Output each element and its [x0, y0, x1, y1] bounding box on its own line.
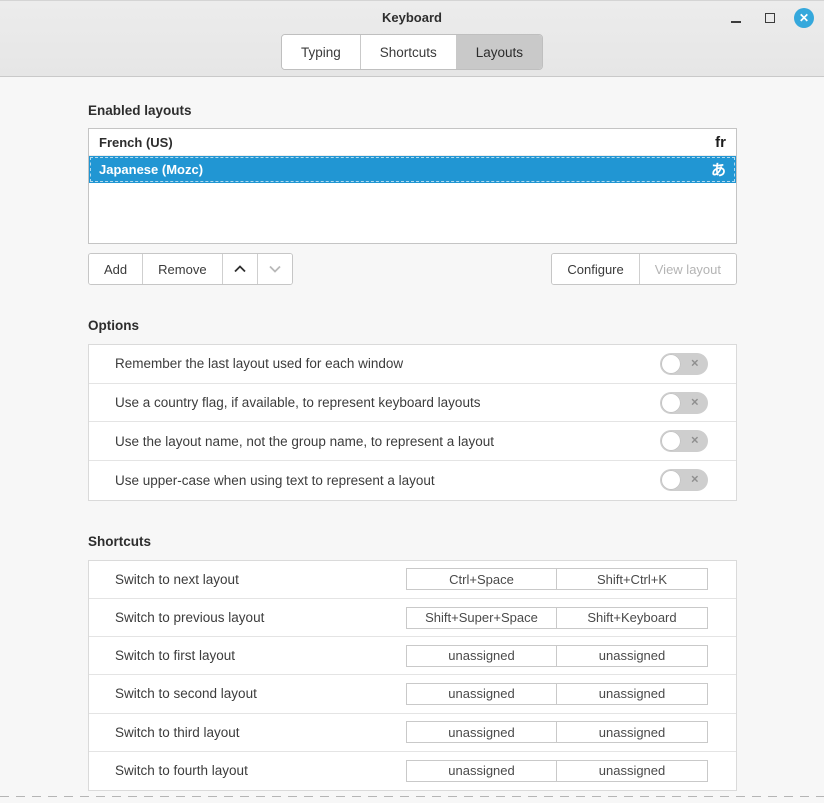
layout-row-french[interactable]: French (US) fr: [89, 129, 736, 156]
chevron-up-icon: [232, 261, 248, 277]
layout-indicator: あ: [711, 159, 726, 180]
toggle-knob: [661, 431, 681, 451]
shortcut-row-fourth-layout: Switch to fourth layout unassigned unass…: [89, 752, 736, 790]
chevron-down-icon: [267, 261, 283, 277]
toggle-off-icon: ✕: [691, 475, 699, 486]
window-header: Keyboard ✕ Typing Shortcuts Layouts: [0, 1, 824, 77]
keybinding-button[interactable]: unassigned: [406, 683, 557, 705]
keybinding-button[interactable]: Ctrl+Space: [406, 568, 557, 590]
minimize-icon: [731, 21, 741, 23]
keybinding-button[interactable]: unassigned: [406, 645, 557, 667]
move-layout-up-button[interactable]: [223, 254, 258, 284]
tab-layouts-label: Layouts: [476, 45, 523, 60]
keybinding-button[interactable]: unassigned: [557, 721, 708, 743]
enabled-layouts-list: French (US) fr Japanese (Mozc) あ: [88, 128, 737, 244]
keybinding-button[interactable]: Shift+Super+Space: [406, 607, 557, 629]
keybinding-button[interactable]: unassigned: [557, 760, 708, 782]
keybinding-button[interactable]: Shift+Keyboard: [557, 607, 708, 629]
remove-layout-button[interactable]: Remove: [143, 254, 222, 284]
remove-layout-label: Remove: [158, 262, 206, 277]
shortcut-row-next-layout: Switch to next layout Ctrl+Space Shift+C…: [89, 561, 736, 599]
shortcuts-card: Switch to next layout Ctrl+Space Shift+C…: [88, 560, 737, 791]
options-heading: Options: [88, 318, 737, 333]
layouts-page: Enabled layouts French (US) fr Japanese …: [0, 103, 824, 791]
keybinding-button[interactable]: unassigned: [406, 760, 557, 782]
option-label: Use a country flag, if available, to rep…: [115, 395, 660, 410]
country-flag-toggle[interactable]: ✕: [660, 392, 708, 414]
layout-edit-button-group: Add Remove: [88, 253, 293, 285]
option-row-remember-layout: Remember the last layout used for each w…: [89, 345, 736, 384]
upper-case-toggle[interactable]: ✕: [660, 469, 708, 491]
toggle-knob: [661, 470, 681, 490]
option-row-layout-name: Use the layout name, not the group name,…: [89, 422, 736, 461]
tab-layouts[interactable]: Layouts: [457, 35, 542, 69]
keybinding-button[interactable]: unassigned: [406, 721, 557, 743]
tab-shortcuts[interactable]: Shortcuts: [361, 35, 457, 69]
shortcut-label: Switch to third layout: [115, 725, 406, 740]
shortcut-label: Switch to fourth layout: [115, 763, 406, 778]
enabled-layouts-heading: Enabled layouts: [88, 103, 737, 118]
option-label: Use upper-case when using text to repres…: [115, 473, 660, 488]
configure-button[interactable]: Configure: [552, 254, 639, 284]
configure-label: Configure: [567, 262, 623, 277]
keybinding-pair: Ctrl+Space Shift+Ctrl+K: [406, 568, 708, 590]
keybinding-button[interactable]: unassigned: [557, 645, 708, 667]
keybinding-pair: unassigned unassigned: [406, 721, 708, 743]
add-layout-button[interactable]: Add: [89, 254, 143, 284]
tab-typing[interactable]: Typing: [282, 35, 361, 69]
window-title: Keyboard: [0, 10, 824, 25]
shortcut-label: Switch to previous layout: [115, 610, 406, 625]
options-card: Remember the last layout used for each w…: [88, 344, 737, 501]
add-layout-label: Add: [104, 262, 127, 277]
shortcut-row-first-layout: Switch to first layout unassigned unassi…: [89, 637, 736, 675]
layout-tools-button-group: Configure View layout: [551, 253, 737, 285]
shortcut-row-third-layout: Switch to third layout unassigned unassi…: [89, 714, 736, 752]
toggle-off-icon: ✕: [691, 397, 699, 408]
toggle-off-icon: ✕: [691, 435, 699, 446]
tab-shortcuts-label: Shortcuts: [380, 45, 437, 60]
shortcut-row-previous-layout: Switch to previous layout Shift+Super+Sp…: [89, 599, 736, 637]
keybinding-button[interactable]: unassigned: [557, 683, 708, 705]
window-controls: ✕: [726, 7, 814, 29]
keybinding-pair: unassigned unassigned: [406, 760, 708, 782]
titlebar[interactable]: Keyboard ✕: [0, 1, 824, 34]
layout-name: Japanese (Mozc): [99, 162, 711, 177]
layout-list-actions: Add Remove Configure View layout: [88, 253, 737, 285]
layout-row-japanese[interactable]: Japanese (Mozc) あ: [89, 156, 736, 183]
keybinding-pair: unassigned unassigned: [406, 683, 708, 705]
keybinding-pair: Shift+Super+Space Shift+Keyboard: [406, 607, 708, 629]
tab-bar: Typing Shortcuts Layouts: [0, 34, 824, 70]
option-row-upper-case: Use upper-case when using text to repres…: [89, 461, 736, 500]
close-button[interactable]: ✕: [794, 8, 814, 28]
layout-indicator: fr: [715, 134, 726, 151]
keybinding-button[interactable]: Shift+Ctrl+K: [557, 568, 708, 590]
toggle-knob: [661, 393, 681, 413]
tab-typing-label: Typing: [301, 45, 341, 60]
option-row-country-flag: Use a country flag, if available, to rep…: [89, 384, 736, 423]
view-layout-button[interactable]: View layout: [640, 254, 736, 284]
close-icon: ✕: [799, 12, 809, 24]
toggle-knob: [661, 354, 681, 374]
layout-name: French (US): [99, 135, 715, 150]
move-layout-down-button[interactable]: [258, 254, 292, 284]
keybinding-pair: unassigned unassigned: [406, 645, 708, 667]
shortcut-label: Switch to next layout: [115, 572, 406, 587]
option-label: Use the layout name, not the group name,…: [115, 434, 660, 449]
shortcuts-heading: Shortcuts: [88, 534, 737, 549]
remember-layout-toggle[interactable]: ✕: [660, 353, 708, 375]
toggle-off-icon: ✕: [691, 358, 699, 369]
view-layout-label: View layout: [655, 262, 721, 277]
option-label: Remember the last layout used for each w…: [115, 356, 660, 371]
maximize-icon: [765, 13, 775, 23]
shortcut-label: Switch to second layout: [115, 686, 406, 701]
shortcut-row-second-layout: Switch to second layout unassigned unass…: [89, 675, 736, 713]
scroll-undershoot-indicator: [0, 796, 824, 797]
minimize-button[interactable]: [726, 8, 746, 28]
maximize-button[interactable]: [760, 8, 780, 28]
tab-group: Typing Shortcuts Layouts: [281, 34, 543, 70]
shortcut-label: Switch to first layout: [115, 648, 406, 663]
layout-name-toggle[interactable]: ✕: [660, 430, 708, 452]
